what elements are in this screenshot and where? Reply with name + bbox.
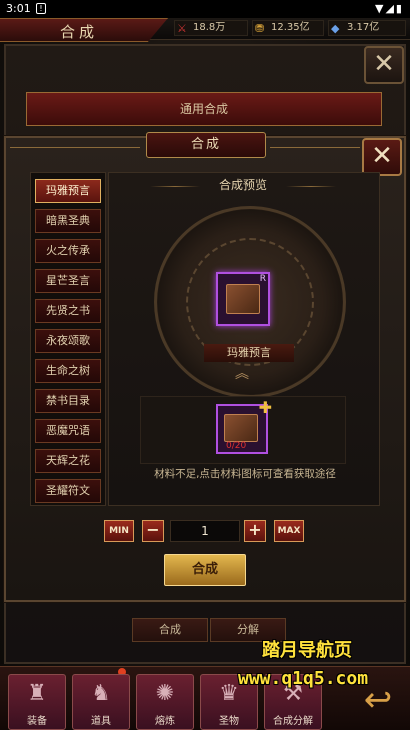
add-plus-icon: ✚ bbox=[258, 398, 272, 417]
category-item[interactable]: 玛雅预言 bbox=[35, 179, 101, 203]
insufficient-material-hint: 材料不足,点击材料图标可查看获取途径 bbox=[154, 468, 336, 480]
watermark-title: 踏月导航页 bbox=[262, 640, 352, 661]
nav-items[interactable]: ♞ 道具 bbox=[72, 674, 130, 730]
flame-icon: ✺ bbox=[155, 681, 175, 706]
status-bar: 3:01 ! ▼◢▮ bbox=[0, 0, 410, 18]
nav-label: 道具 bbox=[91, 716, 111, 727]
page-title: 合成 bbox=[60, 23, 99, 41]
resource-value: 3.17亿 bbox=[347, 22, 380, 33]
header-line-left bbox=[10, 147, 140, 148]
target-item-slot[interactable]: R bbox=[216, 272, 270, 326]
nav-label: 圣物 bbox=[219, 716, 239, 727]
category-item[interactable]: 火之传承 bbox=[35, 239, 101, 263]
book-icon bbox=[224, 414, 258, 442]
max-button[interactable]: MAX bbox=[274, 520, 304, 542]
category-item[interactable]: 暗黑圣典 bbox=[35, 209, 101, 233]
category-item[interactable]: 星芒圣言 bbox=[35, 269, 101, 293]
book-icon bbox=[226, 284, 260, 314]
helmet-icon: ♜ bbox=[27, 681, 47, 706]
minus-button[interactable]: − bbox=[142, 520, 164, 542]
page-title-tab: 合成 bbox=[0, 18, 168, 42]
signal-battery-icon: ▼◢▮ bbox=[375, 2, 404, 15]
resource-gold[interactable]: ⛃ 12.35亿 bbox=[252, 20, 324, 36]
min-button[interactable]: MIN bbox=[104, 520, 134, 542]
diamond-icon: ◆ bbox=[331, 22, 340, 35]
category-item[interactable]: 先贤之书 bbox=[35, 299, 101, 323]
nav-label: 合成分解 bbox=[273, 716, 313, 727]
nav-smelt[interactable]: ✺ 熔炼 bbox=[136, 674, 194, 730]
target-item-name: 玛雅预言 bbox=[204, 344, 294, 362]
resource-value: 12.35亿 bbox=[271, 22, 310, 33]
category-item[interactable]: 圣耀符文 bbox=[35, 479, 101, 503]
nav-equipment[interactable]: ♜ 装备 bbox=[8, 674, 66, 730]
notification-icon: ! bbox=[36, 3, 46, 14]
tab-craft[interactable]: 合成 bbox=[132, 618, 208, 642]
category-item[interactable]: 生命之树 bbox=[35, 359, 101, 383]
quantity-input[interactable]: 1 bbox=[170, 520, 240, 542]
craft-button[interactable]: 合成 bbox=[164, 554, 246, 586]
category-item[interactable]: 永夜颂歌 bbox=[35, 329, 101, 353]
resource-scroll[interactable]: ⚔ 18.8万 bbox=[174, 20, 248, 36]
preview-title: 合成预览 bbox=[218, 178, 267, 192]
back-close-button[interactable]: ✕ bbox=[364, 46, 404, 84]
quality-badge: R bbox=[259, 274, 266, 284]
material-item-slot[interactable]: ✚ 0/20 bbox=[216, 398, 272, 454]
watermark-url: www.q1q5.com bbox=[238, 668, 369, 689]
category-list[interactable]: 玛雅预言 暗黑圣典 火之传承 星芒圣言 先贤之书 永夜颂歌 生命之树 禁书目录 … bbox=[30, 172, 106, 506]
scroll-icon: ⚔ bbox=[177, 22, 187, 35]
status-time: 3:01 bbox=[6, 2, 31, 15]
gold-icon: ⛃ bbox=[255, 22, 265, 35]
modal-title: 合成 bbox=[146, 132, 266, 158]
double-chevron-up-icon: ︽ bbox=[235, 366, 249, 382]
resource-value: 18.8万 bbox=[193, 22, 226, 33]
category-item[interactable]: 天辉之花 bbox=[35, 449, 101, 473]
category-item[interactable]: 禁书目录 bbox=[35, 389, 101, 413]
modal-close-button[interactable]: ✕ bbox=[362, 138, 402, 176]
resource-diamond[interactable]: ◆ 3.17亿 bbox=[328, 20, 406, 36]
plus-button[interactable]: + bbox=[244, 520, 266, 542]
header-line-right bbox=[270, 147, 360, 148]
crafting-screen: 3:01 ! ▼◢▮ 合成 ⚔ 18.8万 ⛃ 12.35亿 ◆ 3.17亿 ✕… bbox=[0, 0, 410, 730]
category-item[interactable]: 恶魔咒语 bbox=[35, 419, 101, 443]
nav-label: 熔炼 bbox=[155, 716, 175, 727]
warrior-icon: ♞ bbox=[91, 681, 111, 706]
general-craft-bar[interactable]: 通用合成 bbox=[26, 92, 382, 126]
material-count: 0/20 bbox=[226, 441, 247, 451]
nav-label: 装备 bbox=[27, 716, 47, 727]
